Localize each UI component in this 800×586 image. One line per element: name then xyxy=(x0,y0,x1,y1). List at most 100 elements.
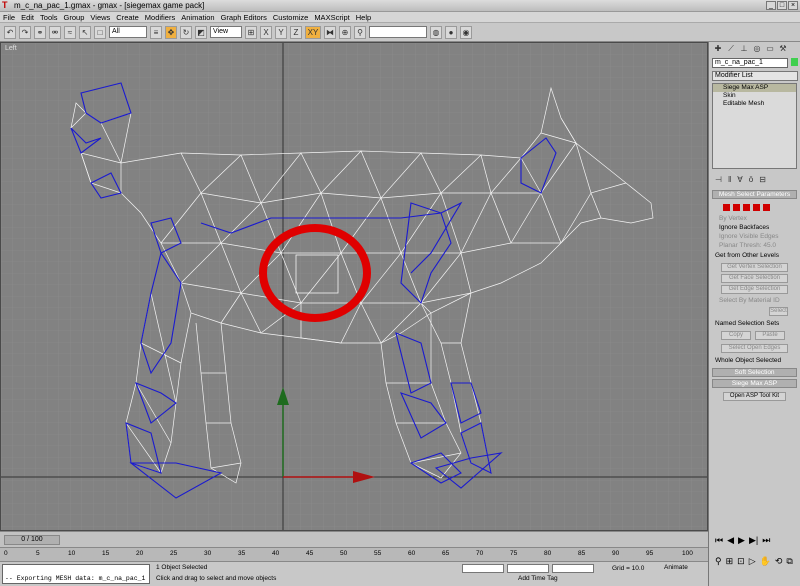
menu-animation[interactable]: Animation xyxy=(181,13,214,22)
select-object-icon[interactable]: ↖ xyxy=(79,25,91,39)
face-icon[interactable] xyxy=(743,204,750,211)
object-color-swatch[interactable] xyxy=(791,57,798,66)
menu-file[interactable]: File xyxy=(3,13,15,22)
menu-create[interactable]: Create xyxy=(116,13,139,22)
min-max-toggle-icon[interactable]: ⧉ xyxy=(786,556,792,567)
configure-sets-icon[interactable]: ⊟ xyxy=(759,175,766,184)
link-icon[interactable]: ⚭ xyxy=(34,25,46,39)
unlink-icon[interactable]: ⚮ xyxy=(49,25,61,39)
make-unique-icon[interactable]: ∀ xyxy=(737,175,742,184)
maxscript-listener[interactable]: -- Exporting MESH data: m_c_na_pac_1 xyxy=(2,564,150,584)
axis-xy-icon[interactable]: XY xyxy=(305,25,321,39)
zoom-extents-icon[interactable]: ⊡ xyxy=(737,556,745,567)
add-time-tag-button[interactable]: Add Time Tag xyxy=(518,575,558,582)
menu-group[interactable]: Group xyxy=(64,13,85,22)
select-by-id-button[interactable]: Select xyxy=(769,307,788,316)
remove-modifier-icon[interactable]: ö xyxy=(749,175,753,184)
select-move-icon[interactable]: ✥ xyxy=(165,25,177,39)
get-edge-selection-button[interactable]: Get Edge Selection xyxy=(721,285,788,294)
axis-x-icon[interactable]: X xyxy=(260,25,272,39)
snap-icon[interactable]: ⚲ xyxy=(354,25,366,39)
viewport-canvas[interactable] xyxy=(1,43,708,531)
minimize-button[interactable]: _ xyxy=(766,1,776,10)
next-frame-icon[interactable]: ▶| xyxy=(749,535,758,546)
named-selection-select[interactable] xyxy=(369,26,427,38)
menu-help[interactable]: Help xyxy=(356,13,371,22)
pivot-icon[interactable]: ⊞ xyxy=(245,25,257,39)
previous-frame-icon[interactable]: ◀ xyxy=(727,535,734,546)
rollout-mesh-select-parameters[interactable]: Mesh Select Parameters xyxy=(712,190,797,199)
menu-edit[interactable]: Edit xyxy=(21,13,34,22)
object-name-field[interactable]: m_c_na_pac_1 xyxy=(712,58,788,68)
open-asp-tool-kit-button[interactable]: Open ASP Tool Kit xyxy=(723,392,786,401)
stack-item-editable-mesh[interactable]: Editable Mesh xyxy=(713,100,796,108)
rollout-soft-selection[interactable]: Soft Selection xyxy=(712,368,797,377)
bind-space-warp-icon[interactable]: ≈ xyxy=(64,25,76,39)
goto-end-icon[interactable]: ⏭ xyxy=(762,535,770,546)
get-vertex-selection-button[interactable]: Get Vertex Selection xyxy=(721,263,788,272)
time-slider-thumb[interactable]: 0 / 100 xyxy=(4,535,60,545)
polygon-icon[interactable] xyxy=(753,204,760,211)
time-slider[interactable]: 0 / 100 xyxy=(0,531,708,547)
rollout-siege-max-asp[interactable]: Siege Max ASP xyxy=(712,379,797,388)
reference-coord-select[interactable]: View xyxy=(210,26,242,38)
menu-views[interactable]: Views xyxy=(90,13,110,22)
select-rotate-icon[interactable]: ↻ xyxy=(180,25,192,39)
material-editor-icon[interactable]: ◍ xyxy=(430,25,442,39)
axis-y-icon[interactable]: Y xyxy=(275,25,287,39)
undo-icon[interactable]: ↶ xyxy=(4,25,16,39)
menu-customize[interactable]: Customize xyxy=(273,13,308,22)
display-tab-icon[interactable]: ▭ xyxy=(765,44,775,54)
select-region-icon[interactable]: □ xyxy=(94,25,106,39)
redo-icon[interactable]: ↷ xyxy=(19,25,31,39)
stack-item-siege-max-asp[interactable]: Siege Max ASP xyxy=(713,84,796,92)
select-scale-icon[interactable]: ◩ xyxy=(195,25,207,39)
axis-z-icon[interactable]: Z xyxy=(290,25,302,39)
y-coord-field[interactable] xyxy=(507,564,549,573)
render-icon[interactable]: ● xyxy=(445,25,457,39)
paste-button[interactable]: Paste xyxy=(755,331,785,340)
quick-render-icon[interactable]: ◉ xyxy=(460,25,472,39)
animate-button[interactable]: Animate xyxy=(664,564,688,571)
modifier-list-select[interactable]: Modifier List xyxy=(712,71,798,81)
copy-button[interactable]: Copy xyxy=(721,331,751,340)
by-vertex-checkbox[interactable]: By Vertex xyxy=(709,214,800,223)
mirror-icon[interactable]: ⧓ xyxy=(324,25,336,39)
pin-stack-icon[interactable]: ⊣ xyxy=(715,175,722,184)
play-icon[interactable]: ▶ xyxy=(738,535,745,546)
select-by-name-icon[interactable]: ≡ xyxy=(150,25,162,39)
show-end-result-icon[interactable]: ‖ xyxy=(728,175,731,184)
menu-graph-editors[interactable]: Graph Editors xyxy=(221,13,267,22)
zoom-all-icon[interactable]: ⊞ xyxy=(726,556,734,567)
z-coord-field[interactable] xyxy=(552,564,594,573)
menu-modifiers[interactable]: Modifiers xyxy=(145,13,175,22)
close-button[interactable]: × xyxy=(788,1,798,10)
edge-icon[interactable] xyxy=(733,204,740,211)
arc-rotate-icon[interactable]: ⟲ xyxy=(775,556,783,567)
stack-item-skin[interactable]: Skin xyxy=(713,92,796,100)
create-tab-icon[interactable]: ✚ xyxy=(713,44,723,54)
element-icon[interactable] xyxy=(763,204,770,211)
menu-tools[interactable]: Tools xyxy=(40,13,58,22)
viewport-label[interactable]: Left xyxy=(5,45,17,52)
ignore-visible-edges-checkbox[interactable]: Ignore Visible Edges xyxy=(709,232,800,241)
planar-thresh-field[interactable]: 45.0 xyxy=(763,242,776,249)
x-coord-field[interactable] xyxy=(462,564,504,573)
zoom-icon[interactable]: ⚲ xyxy=(715,556,722,567)
maximize-button[interactable]: □ xyxy=(777,1,787,10)
selection-filter-select[interactable]: All xyxy=(109,26,147,38)
vertex-icon[interactable] xyxy=(723,204,730,211)
hierarchy-tab-icon[interactable]: ⊥ xyxy=(739,44,749,54)
gmax-app-icon[interactable]: T xyxy=(2,1,11,10)
pan-icon[interactable]: ✋ xyxy=(760,556,771,567)
get-face-selection-button[interactable]: Get Face Selection xyxy=(721,274,788,283)
goto-start-icon[interactable]: ⏮ xyxy=(715,535,723,546)
ignore-backfaces-checkbox[interactable]: Ignore Backfaces xyxy=(709,223,800,232)
motion-tab-icon[interactable]: ◎ xyxy=(752,44,762,54)
modify-tab-icon[interactable]: ⟋ xyxy=(726,44,736,54)
select-open-edges-button[interactable]: Select Open Edges xyxy=(721,344,788,353)
track-ruler[interactable]: 0 5 10 15 20 25 30 35 40 45 50 55 60 65 … xyxy=(0,547,708,561)
utilities-tab-icon[interactable]: ⚒ xyxy=(778,44,788,54)
menu-maxscript[interactable]: MAXScript xyxy=(314,13,349,22)
field-of-view-icon[interactable]: ▷ xyxy=(749,556,756,567)
